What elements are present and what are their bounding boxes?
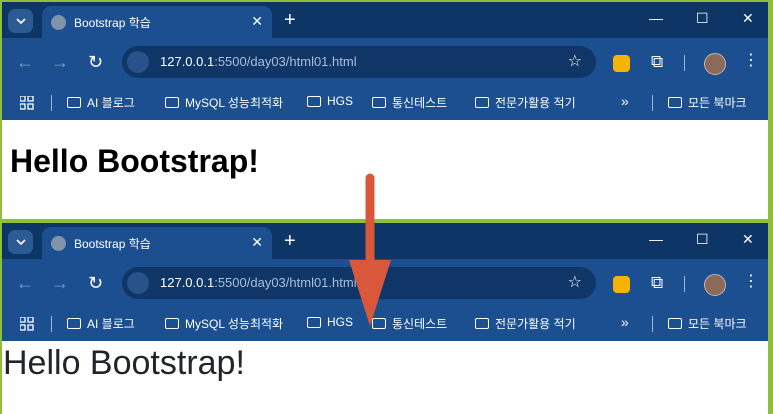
address-bar[interactable]: 127.0.0.1:5500/day03/html01.html ☆ xyxy=(122,267,596,299)
maximize-icon[interactable]: ☐ xyxy=(696,10,709,26)
folder-icon xyxy=(372,97,386,108)
window-close-icon[interactable]: ✕ xyxy=(742,10,754,26)
bookmark-item[interactable]: 전문가활용 적기 xyxy=(475,315,576,332)
folder-icon xyxy=(668,318,682,329)
apps-grid-icon[interactable] xyxy=(20,96,34,110)
address-bar[interactable]: 127.0.0.1:5500/day03/html01.html ☆ xyxy=(122,46,596,78)
new-tab-button[interactable]: + xyxy=(284,10,296,30)
folder-icon xyxy=(372,318,386,329)
folder-icon xyxy=(165,318,179,329)
folder-icon xyxy=(475,97,489,108)
bookmark-item[interactable]: AI 블로그 xyxy=(67,315,135,332)
profile-avatar[interactable] xyxy=(704,274,726,296)
bookmark-divider xyxy=(51,95,52,111)
bookmark-item[interactable]: HGS xyxy=(307,315,353,329)
toolbar-divider xyxy=(684,55,685,71)
globe-icon xyxy=(51,236,66,251)
bookmarks-bar: AI 블로그 MySQL 성능최적화 HGS 통신테스트 전문가활용 적기 » … xyxy=(2,87,768,120)
bookmark-divider xyxy=(652,316,653,332)
toolbar: ← → ↻ 127.0.0.1:5500/day03/html01.html ☆… xyxy=(2,259,768,308)
forward-icon[interactable]: → xyxy=(51,273,69,293)
bookmark-item[interactable]: 통신테스트 xyxy=(372,94,447,111)
toolbar: ← → ↻ 127.0.0.1:5500/day03/html01.html ☆… xyxy=(2,38,768,87)
more-bookmarks-button[interactable]: » xyxy=(621,314,629,330)
maximize-icon[interactable]: ☐ xyxy=(696,231,709,247)
page-content: Hello Bootstrap! xyxy=(2,120,768,219)
puzzle-icon[interactable]: ⧉ xyxy=(651,52,663,72)
bookmarks-bar: AI 블로그 MySQL 성능최적화 HGS 통신테스트 전문가활용 적기 » … xyxy=(2,308,768,341)
extension-icon[interactable] xyxy=(613,55,630,72)
tab-strip: Bootstrap 학습 ✕ + — ☐ ✕ xyxy=(2,2,768,38)
chevron-down-icon xyxy=(15,239,26,245)
folder-icon xyxy=(67,97,81,108)
puzzle-icon[interactable]: ⧉ xyxy=(651,273,663,293)
bookmark-divider xyxy=(652,95,653,111)
folder-icon xyxy=(475,318,489,329)
tab-search-button[interactable] xyxy=(8,230,33,254)
apps-grid-icon[interactable] xyxy=(20,317,34,331)
folder-icon xyxy=(67,318,81,329)
all-bookmarks-item[interactable]: 모든 북마크 xyxy=(668,94,747,111)
extension-icon[interactable] xyxy=(613,276,630,293)
tab-title: Bootstrap 학습 xyxy=(74,237,151,251)
bookmark-item[interactable]: 전문가활용 적기 xyxy=(475,94,576,111)
back-icon[interactable]: ← xyxy=(16,273,34,293)
active-tab[interactable]: Bootstrap 학습 ✕ xyxy=(42,227,272,259)
site-info-icon[interactable] xyxy=(127,272,149,294)
page-content: Hello Bootstrap! xyxy=(2,341,768,414)
active-tab[interactable]: Bootstrap 학습 ✕ xyxy=(42,6,272,38)
folder-icon xyxy=(307,95,321,107)
close-tab-icon[interactable]: ✕ xyxy=(251,14,263,28)
folder-icon xyxy=(307,316,321,328)
more-menu-icon[interactable]: ⋮ xyxy=(743,52,759,70)
minimize-icon[interactable]: — xyxy=(649,231,663,247)
more-menu-icon[interactable]: ⋮ xyxy=(743,273,759,291)
forward-icon[interactable]: → xyxy=(51,52,69,72)
new-tab-button[interactable]: + xyxy=(284,231,296,251)
folder-icon xyxy=(668,97,682,108)
profile-avatar[interactable] xyxy=(704,53,726,75)
page-heading: Hello Bootstrap! xyxy=(10,143,259,179)
url-text: 127.0.0.1:5500/day03/html01.html xyxy=(160,54,357,69)
browser-window-after: Bootstrap 학습 ✕ + — ☐ ✕ ← → ↻ 127.0.0.1:5… xyxy=(2,223,768,414)
bookmark-item[interactable]: AI 블로그 xyxy=(67,94,135,111)
bookmark-star-icon[interactable]: ☆ xyxy=(568,272,582,292)
bookmark-item[interactable]: HGS xyxy=(307,94,353,108)
reload-icon[interactable]: ↻ xyxy=(88,273,103,293)
reload-icon[interactable]: ↻ xyxy=(88,52,103,72)
globe-icon xyxy=(51,15,66,30)
close-tab-icon[interactable]: ✕ xyxy=(251,235,263,249)
toolbar-divider xyxy=(684,276,685,292)
bookmark-divider xyxy=(51,316,52,332)
minimize-icon[interactable]: — xyxy=(649,10,663,26)
bookmark-star-icon[interactable]: ☆ xyxy=(568,51,582,71)
page-heading: Hello Bootstrap! xyxy=(3,344,245,382)
site-info-icon[interactable] xyxy=(127,51,149,73)
bookmark-item[interactable]: MySQL 성능최적화 xyxy=(165,315,283,332)
chevron-down-icon xyxy=(15,18,26,24)
back-icon[interactable]: ← xyxy=(16,52,34,72)
folder-icon xyxy=(165,97,179,108)
browser-window-before: Bootstrap 학습 ✕ + — ☐ ✕ ← → ↻ 127.0.0.1:5… xyxy=(2,2,768,219)
tab-search-button[interactable] xyxy=(8,9,33,33)
tab-strip: Bootstrap 학습 ✕ + — ☐ ✕ xyxy=(2,223,768,259)
window-close-icon[interactable]: ✕ xyxy=(742,231,754,247)
all-bookmarks-item[interactable]: 모든 북마크 xyxy=(668,315,747,332)
bookmark-item[interactable]: MySQL 성능최적화 xyxy=(165,94,283,111)
bookmark-item[interactable]: 통신테스트 xyxy=(372,315,447,332)
tab-title: Bootstrap 학습 xyxy=(74,16,151,30)
url-text: 127.0.0.1:5500/day03/html01.html xyxy=(160,275,357,290)
more-bookmarks-button[interactable]: » xyxy=(621,93,629,109)
